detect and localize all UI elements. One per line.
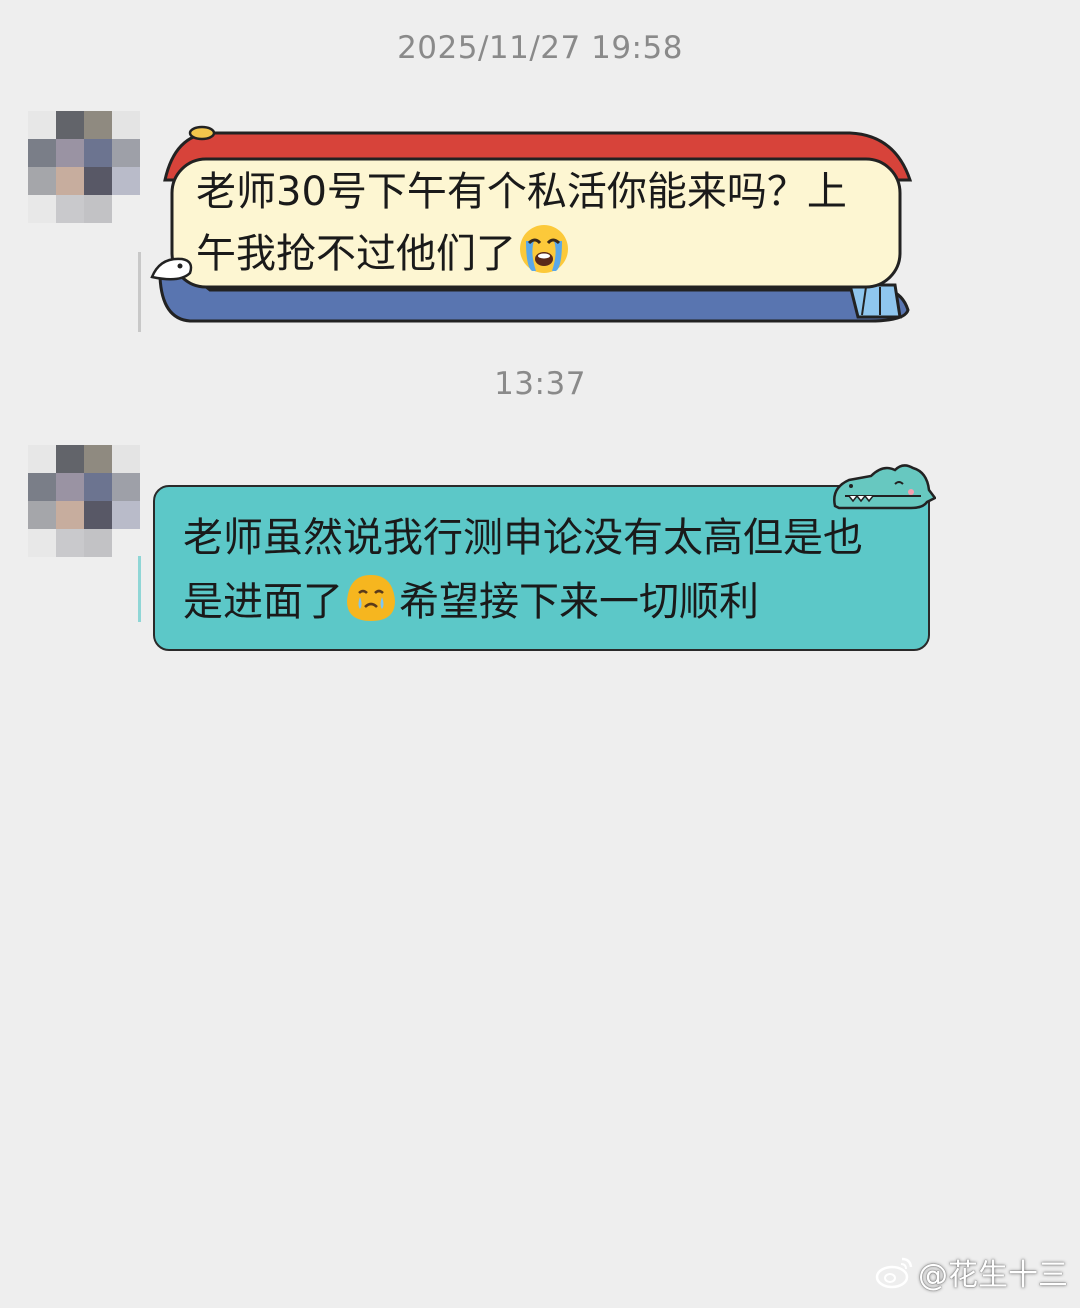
- crying-face-icon: [347, 575, 395, 621]
- avatar[interactable]: [28, 111, 140, 223]
- timestamp: 13:37: [494, 366, 586, 402]
- message-line: 是进面了: [183, 579, 343, 625]
- weibo-icon: [875, 1257, 913, 1289]
- timestamp: 2025/11/27 19:58: [397, 30, 683, 66]
- message-text: 老师30号下午有个私活你能来吗？上 午我抢不过他们了: [196, 161, 886, 285]
- message-line: 老师30号下午有个私活你能来吗？上: [196, 169, 847, 215]
- message-bubble-teal[interactable]: 老师虽然说我行测申论没有太高但是也 是进面了 希望接下来一切顺利: [153, 462, 938, 652]
- watermark: @花生十三: [874, 1250, 1068, 1294]
- message-text: 老师虽然说我行测申论没有太高但是也 是进面了 希望接下来一切顺利: [183, 506, 913, 634]
- message-line: 老师虽然说我行测申论没有太高但是也: [183, 515, 863, 561]
- loudly-crying-face-icon: [520, 225, 568, 273]
- watermark-text: @花生十三: [918, 1258, 1068, 1293]
- divider: [138, 556, 141, 622]
- message-bubble-scroll[interactable]: 老师30号下午有个私活你能来吗？上 午我抢不过他们了: [150, 125, 915, 325]
- message-line: 希望接下来一切顺利: [399, 579, 759, 625]
- message-line: 午我抢不过他们了: [196, 231, 516, 277]
- avatar[interactable]: [28, 445, 140, 557]
- crocodile-icon: [833, 464, 936, 510]
- divider: [138, 252, 141, 332]
